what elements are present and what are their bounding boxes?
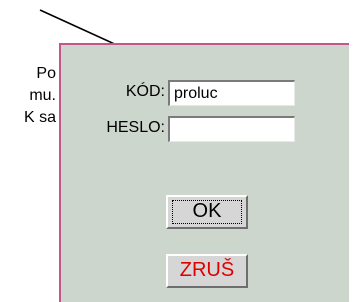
password-label: HESLO: [106, 119, 165, 136]
background-text-line2: mu. [29, 87, 56, 104]
background-text-line3: K sa [23, 109, 56, 126]
cancel-button-label: ZRUŠ [179, 259, 235, 281]
ok-button[interactable]: OK [166, 195, 248, 229]
login-panel: KÓD: HESLO: OK ZRUŠ [59, 43, 349, 302]
focus-ring [172, 200, 242, 224]
background-text-line1: Po [36, 65, 56, 82]
cancel-button[interactable]: ZRUŠ [166, 254, 248, 288]
code-input[interactable] [168, 80, 295, 106]
code-label: KÓD: [125, 83, 165, 100]
password-input[interactable] [168, 116, 295, 142]
